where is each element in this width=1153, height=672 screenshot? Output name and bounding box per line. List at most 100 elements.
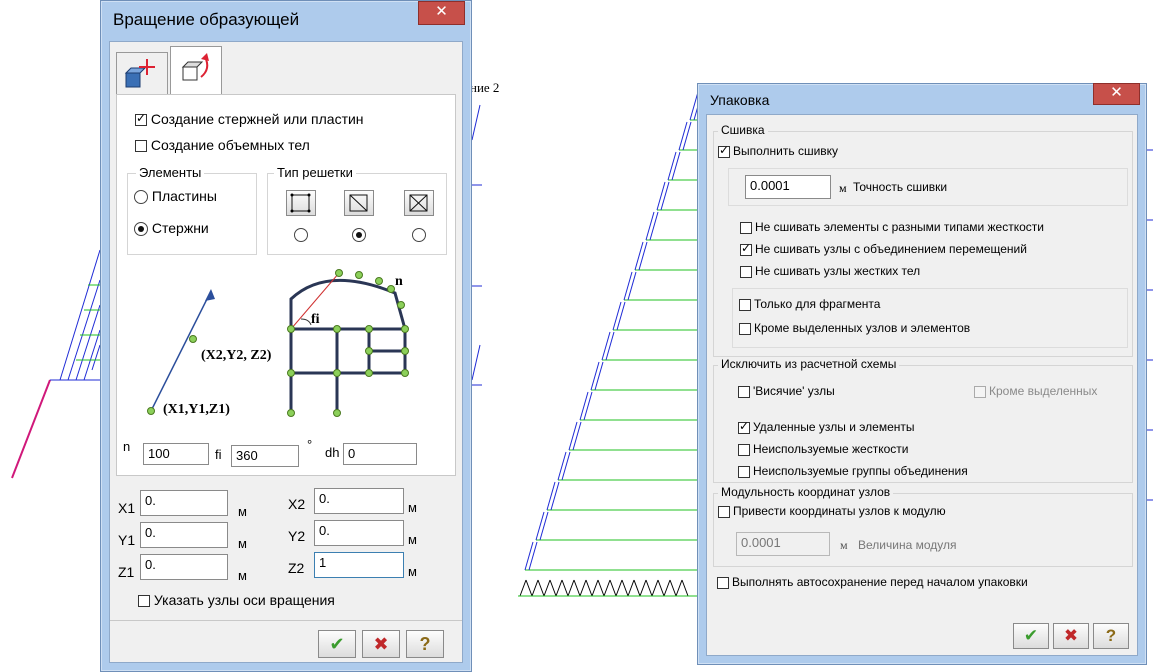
cancel-button[interactable]: ✖ xyxy=(1053,623,1089,649)
rotation-dialog: Вращение образующей ✕ Создан xyxy=(100,0,472,672)
y1-input[interactable]: 0. xyxy=(140,522,228,548)
fi-input[interactable]: 360 xyxy=(231,445,299,467)
grid-square-radio[interactable] xyxy=(294,228,308,242)
no-diff-stiffness-checkbox[interactable] xyxy=(740,221,752,234)
solids-option[interactable]: Создание объемных тел xyxy=(135,137,310,153)
do-stitch-checkbox[interactable] xyxy=(718,143,730,158)
n-label: n xyxy=(123,439,131,454)
angle-label: fi xyxy=(311,312,320,327)
tab-rotate[interactable] xyxy=(170,46,222,98)
y2-input[interactable]: 0. xyxy=(314,520,404,546)
precision-unit: м xyxy=(839,181,847,195)
drawing-label: ние 2 xyxy=(470,80,500,95)
rotate-cube-icon xyxy=(181,53,209,81)
unused-groups-checkbox[interactable] xyxy=(738,465,750,478)
except-selected-option[interactable]: Кроме выделенных узлов и элементов xyxy=(739,321,970,335)
dialog-title: Вращение образующей xyxy=(113,10,300,29)
except-selected-checkbox[interactable] xyxy=(739,322,751,335)
hanging-except-selected-checkbox[interactable] xyxy=(974,385,986,398)
ok-button[interactable]: ✔ xyxy=(1013,623,1049,649)
y1-unit: м xyxy=(238,536,247,551)
point2-label: (X2,Y2, Z2) xyxy=(201,348,272,363)
modulus-label: Величина модуля xyxy=(858,538,957,552)
hanging-nodes-option[interactable]: 'Висячие' узлы xyxy=(738,384,835,398)
fi-label: fi xyxy=(215,447,222,462)
dialog-body: Сшивка Выполнить сшивку 0.0001 м Точност… xyxy=(706,114,1138,656)
precision-subgroup: 0.0001 м Точность сшивки xyxy=(728,168,1128,206)
z1-unit: м xyxy=(238,568,247,583)
titlebar: Упаковка ✕ xyxy=(698,83,1146,112)
titlebar: Вращение образующей ✕ xyxy=(101,1,471,39)
help-button[interactable]: ? xyxy=(406,630,444,658)
point1-label: (X1,Y1,Z1) xyxy=(163,402,230,417)
grid-cross-icon[interactable] xyxy=(404,190,434,216)
no-rigid-checkbox[interactable] xyxy=(740,265,752,278)
close-button[interactable]: ✕ xyxy=(418,1,465,25)
group-title: Тип решетки xyxy=(274,165,356,180)
stitch-group: Сшивка Выполнить сшивку 0.0001 м Точност… xyxy=(713,123,1133,357)
grid-diagonal-icon[interactable] xyxy=(344,190,374,216)
autosave-checkbox[interactable] xyxy=(717,576,729,589)
grid-cross-radio[interactable] xyxy=(412,228,426,242)
move-cube-icon xyxy=(124,59,155,88)
no-merge-disp-checkbox[interactable] xyxy=(740,241,752,256)
plates-radio-option[interactable]: Пластины xyxy=(134,188,217,205)
n-input[interactable]: 100 xyxy=(143,443,209,465)
close-button[interactable]: ✕ xyxy=(1093,83,1140,105)
tab-move[interactable] xyxy=(116,52,168,96)
unused-groups-option[interactable]: Неиспользуемые группы объединения xyxy=(738,464,968,478)
grid-type-group: Тип решетки xyxy=(267,165,447,255)
rods-or-plates-option[interactable]: Создание стержней или пластин xyxy=(135,111,364,127)
no-diff-stiffness-option[interactable]: Не сшивать элементы с разными типами жес… xyxy=(740,220,1044,234)
x2-input[interactable]: 0. xyxy=(314,488,404,514)
precision-label: Точность сшивки xyxy=(853,180,948,194)
hanging-nodes-checkbox[interactable] xyxy=(738,385,750,398)
fragment-only-option[interactable]: Только для фрагмента xyxy=(739,297,880,311)
fragment-subgroup: Только для фрагмента Кроме выделенных уз… xyxy=(732,288,1128,348)
ok-button[interactable]: ✔ xyxy=(318,630,356,658)
help-button[interactable]: ? xyxy=(1093,623,1129,649)
unused-stiffness-checkbox[interactable] xyxy=(738,443,750,456)
do-stitch-option[interactable]: Выполнить сшивку xyxy=(718,143,838,158)
x1-input[interactable]: 0. xyxy=(140,490,228,516)
hanging-except-selected-option[interactable]: Кроме выделенных xyxy=(974,384,1097,398)
rods-radio[interactable] xyxy=(134,222,148,237)
pack-dialog: Упаковка ✕ Сшивка Выполнить сшивку 0.000… xyxy=(697,83,1147,665)
z2-input[interactable]: 1 xyxy=(314,552,404,578)
no-merge-disp-option[interactable]: Не сшивать узлы с объединением перемещен… xyxy=(740,241,1027,256)
x2-unit: м xyxy=(408,500,417,515)
modulus-input[interactable]: 0.0001 xyxy=(736,532,830,556)
dh-input[interactable]: 0 xyxy=(343,443,417,465)
y1-label: Y1 xyxy=(118,532,136,548)
rods-radio-option[interactable]: Стержни xyxy=(134,220,209,237)
deleted-checkbox[interactable] xyxy=(738,419,750,434)
unused-stiffness-option[interactable]: Неиспользуемые жесткости xyxy=(738,442,908,456)
cancel-button[interactable]: ✖ xyxy=(362,630,400,658)
z1-input[interactable]: 0. xyxy=(140,554,228,580)
no-rigid-option[interactable]: Не сшивать узлы жестких тел xyxy=(740,264,920,278)
autosave-option[interactable]: Выполнять автосохранение перед началом у… xyxy=(717,575,1028,589)
rotation-parameters-panel: Создание стержней или пластин Создание о… xyxy=(116,94,456,476)
group-title: Исключить из расчетной схемы xyxy=(718,357,900,371)
exclude-group: Исключить из расчетной схемы 'Висячие' у… xyxy=(713,357,1133,483)
elements-group: Элементы Пластины Стержни xyxy=(127,165,257,255)
axis-nodes-checkbox[interactable] xyxy=(138,595,150,608)
fragment-only-checkbox[interactable] xyxy=(739,298,751,311)
grid-square-icon[interactable] xyxy=(286,190,316,216)
axis-nodes-option[interactable]: Указать узлы оси вращения xyxy=(138,592,335,608)
deleted-option[interactable]: Удаленные узлы и элементы xyxy=(738,419,915,434)
round-coords-checkbox[interactable] xyxy=(718,505,730,518)
group-title: Сшивка xyxy=(718,123,768,137)
rods-or-plates-checkbox[interactable] xyxy=(135,111,147,127)
round-coords-option[interactable]: Привести координаты узлов к модулю xyxy=(718,504,946,518)
precision-input[interactable]: 0.0001 xyxy=(745,175,831,199)
z2-unit: м xyxy=(408,564,417,579)
z1-label: Z1 xyxy=(118,564,135,580)
dialog-title: Упаковка xyxy=(710,92,770,108)
z2-label: Z2 xyxy=(288,560,305,576)
solids-checkbox[interactable] xyxy=(135,140,147,153)
group-title: Элементы xyxy=(136,165,205,180)
x1-label: X1 xyxy=(118,500,136,516)
plates-radio[interactable] xyxy=(134,190,148,205)
grid-diagonal-radio[interactable] xyxy=(352,228,366,242)
